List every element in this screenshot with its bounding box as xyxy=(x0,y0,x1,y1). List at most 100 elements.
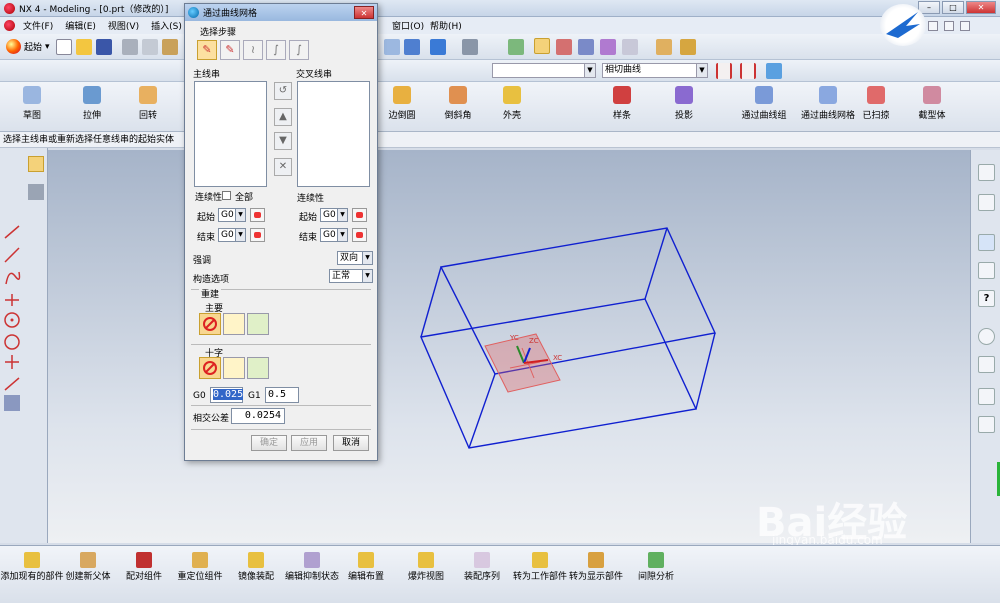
dialog-close-button[interactable]: ✕ xyxy=(354,6,374,19)
assembly-navigator-icon[interactable] xyxy=(978,164,995,181)
assembly-sequence-button[interactable]: 装配序列 xyxy=(450,552,514,583)
render-style-icon[interactable] xyxy=(430,39,446,55)
users-icon[interactable] xyxy=(978,416,995,433)
step-cross-button[interactable]: ✎ xyxy=(220,40,240,60)
make-work-part-button[interactable]: 转为工作部件 xyxy=(508,552,572,583)
follow-fillet-icon[interactable] xyxy=(740,63,756,79)
mate-component-button[interactable]: 配对组件 xyxy=(112,552,176,583)
menu-edit[interactable]: 编辑(E) xyxy=(59,19,102,32)
menu-view[interactable]: 视图(V) xyxy=(102,19,145,32)
shading-icon[interactable] xyxy=(462,39,478,55)
help-icon[interactable]: ? xyxy=(978,290,995,307)
cross-start-select[interactable]: G0 ▼ xyxy=(320,208,348,222)
curve-rule-select[interactable]: 相切曲线 ▼ xyxy=(602,63,708,78)
snap-end-icon[interactable] xyxy=(556,39,572,55)
all-checkbox[interactable] xyxy=(222,191,231,200)
g1-tolerance-input[interactable]: 0.5 xyxy=(265,387,299,403)
cross-end-face-button[interactable] xyxy=(352,228,367,242)
revolve-button[interactable]: 回转 xyxy=(118,86,178,121)
new-file-icon[interactable] xyxy=(56,39,72,55)
snap-mid-icon[interactable] xyxy=(578,39,594,55)
arc-tool-icon[interactable] xyxy=(4,334,20,350)
paste-icon[interactable] xyxy=(162,39,178,55)
menu-insert[interactable]: 插入(S) xyxy=(145,19,188,32)
layer-icon[interactable] xyxy=(508,39,524,55)
move-up-button[interactable]: ▲ xyxy=(274,108,292,126)
main-rebuild-none-button[interactable] xyxy=(199,313,221,335)
step-primary-button[interactable]: ✎ xyxy=(197,40,217,60)
spline-tool-icon[interactable] xyxy=(5,271,21,285)
start-button[interactable]: 起始 ▾ xyxy=(6,39,50,54)
intersection-tolerance-input[interactable]: 0.0254 xyxy=(231,408,285,424)
primary-end-select[interactable]: G0 ▼ xyxy=(218,228,246,242)
sketch-button[interactable]: 草图 xyxy=(2,86,62,121)
step-face2-button[interactable]: ∫ xyxy=(289,40,309,60)
primary-start-face-button[interactable] xyxy=(250,208,265,222)
shell-button[interactable]: 外壳 xyxy=(482,86,542,121)
stop-at-intersection-icon[interactable] xyxy=(716,63,732,79)
point-tool-icon[interactable] xyxy=(5,355,19,369)
cross-end-select[interactable]: G0 ▼ xyxy=(320,228,348,242)
section-body-button[interactable]: 截型体 xyxy=(902,86,962,121)
cancel-button[interactable]: 取消 xyxy=(333,435,369,451)
create-parent-button[interactable]: 创建新父体 xyxy=(56,552,120,583)
cross-strings-list[interactable] xyxy=(297,81,370,187)
doc-close-button[interactable] xyxy=(960,20,970,31)
part-navigator-icon[interactable] xyxy=(978,194,995,211)
cut-icon[interactable] xyxy=(122,39,138,55)
offset-tool-icon[interactable] xyxy=(4,377,20,391)
main-rebuild-auto-button[interactable] xyxy=(247,313,269,335)
cross-rebuild-auto-button[interactable] xyxy=(247,357,269,379)
construct-options-select[interactable]: 正常 ▼ xyxy=(329,269,373,283)
doc-restore-button[interactable] xyxy=(944,20,954,31)
wcs-display-icon[interactable] xyxy=(656,39,672,55)
menu-help[interactable]: 帮助(H) xyxy=(424,19,468,32)
ok-button[interactable]: 确定 xyxy=(251,435,287,451)
project-button[interactable]: 投影 xyxy=(654,86,714,121)
emphasis-select[interactable]: 双向 ▼ xyxy=(337,251,373,265)
clearance-analysis-button[interactable]: 间隙分析 xyxy=(624,552,688,583)
snap-center-icon[interactable] xyxy=(600,39,616,55)
cross-rebuild-none-button[interactable] xyxy=(199,357,221,379)
undo-string-button[interactable]: ↺ xyxy=(274,82,292,100)
wcs-orient-icon[interactable] xyxy=(680,39,696,55)
cross-rebuild-degree-button[interactable] xyxy=(223,357,245,379)
primary-strings-list[interactable] xyxy=(194,81,267,187)
line-tool-icon-2[interactable] xyxy=(4,247,20,263)
doc-minimize-button[interactable] xyxy=(928,20,938,31)
copy-icon[interactable] xyxy=(142,39,158,55)
spline-button[interactable]: 样条 xyxy=(592,86,652,121)
g0-tolerance-input[interactable]: 0.025 xyxy=(210,387,244,403)
roles-icon[interactable] xyxy=(978,262,995,279)
exploded-view-button[interactable]: 爆炸视图 xyxy=(394,552,458,583)
apply-button[interactable]: 应用 xyxy=(291,435,327,451)
swept-button[interactable]: 已扫掠 xyxy=(846,86,906,121)
sketch-palette-icon[interactable] xyxy=(4,395,20,411)
close-button[interactable]: ✕ xyxy=(966,1,996,14)
filter-tool-icon[interactable] xyxy=(28,184,44,200)
primary-end-face-button[interactable] xyxy=(250,228,265,242)
through-curves-button[interactable]: 通过曲线组 xyxy=(734,86,794,121)
point-snap-icon[interactable] xyxy=(534,38,550,54)
clock-icon[interactable] xyxy=(978,328,995,345)
cross-start-face-button[interactable] xyxy=(352,208,367,222)
move-down-button[interactable]: ▼ xyxy=(274,132,292,150)
add-existing-component-button[interactable]: 添加现有的部件 xyxy=(0,552,64,583)
step-spine-button[interactable]: ≀ xyxy=(243,40,263,60)
edge-blend-button[interactable]: 边倒圆 xyxy=(372,86,432,121)
main-rebuild-degree-button[interactable] xyxy=(223,313,245,335)
extrude-button[interactable]: 拉伸 xyxy=(62,86,122,121)
chamfer-button[interactable]: 倒斜角 xyxy=(428,86,488,121)
edit-arrangement-button[interactable]: 编辑布置 xyxy=(334,552,398,583)
menu-file[interactable]: 文件(F) xyxy=(17,19,59,32)
tools-icon[interactable] xyxy=(978,388,995,405)
history-icon[interactable] xyxy=(978,234,995,251)
fit-view-icon[interactable] xyxy=(384,39,400,55)
palette-icon[interactable] xyxy=(978,356,995,373)
maximize-button[interactable]: □ xyxy=(942,1,964,14)
save-icon[interactable] xyxy=(96,39,112,55)
remove-string-button[interactable]: ✕ xyxy=(274,158,292,176)
step-face1-button[interactable]: ∫ xyxy=(266,40,286,60)
snap-filter-icon[interactable] xyxy=(622,39,638,55)
select-tool-icon[interactable] xyxy=(28,156,44,172)
